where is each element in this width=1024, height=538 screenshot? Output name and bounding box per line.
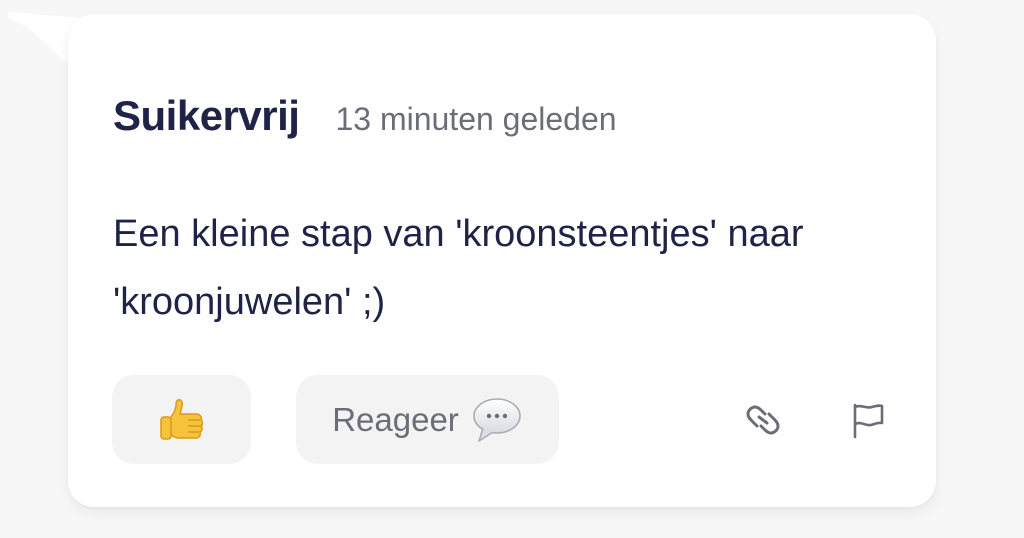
author-name[interactable]: Suikervrij [113,92,300,140]
reply-button[interactable]: Reageer [296,375,559,464]
comment-actions: Reageer [112,375,892,465]
link-icon[interactable] [742,399,784,441]
comment-view: Suikervrij 13 minuten geleden Een kleine… [0,0,1024,538]
reply-label: Reageer [332,400,459,438]
flag-icon[interactable] [847,399,889,441]
comment-body: Een kleine stap van 'kroonsteentjes' naa… [113,213,804,323]
speech-bubble-icon [473,397,521,442]
comment-card: Suikervrij 13 minuten geleden Een kleine… [68,14,936,507]
comment-timestamp: 13 minuten geleden [335,101,617,137]
like-button[interactable] [112,375,251,464]
thumbs-up-icon [159,398,203,440]
comment-header: Suikervrij 13 minuten geleden [113,92,617,140]
